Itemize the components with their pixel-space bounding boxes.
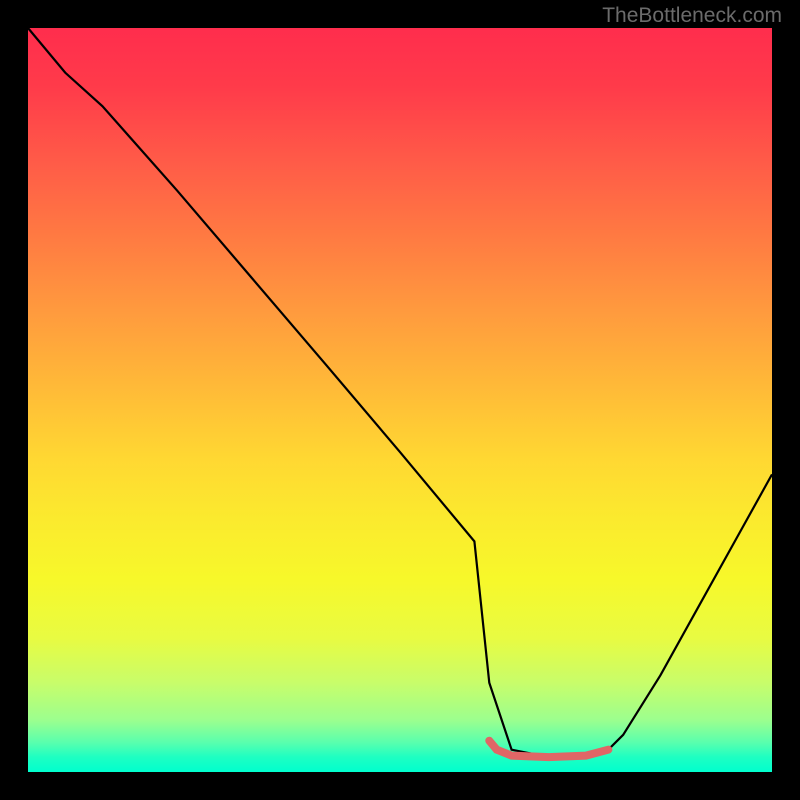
- optimal-band-path: [489, 741, 608, 757]
- bottleneck-curve-path: [28, 28, 772, 757]
- curve-overlay: [28, 28, 772, 772]
- watermark-text: TheBottleneck.com: [602, 4, 782, 28]
- chart-container: [28, 28, 772, 772]
